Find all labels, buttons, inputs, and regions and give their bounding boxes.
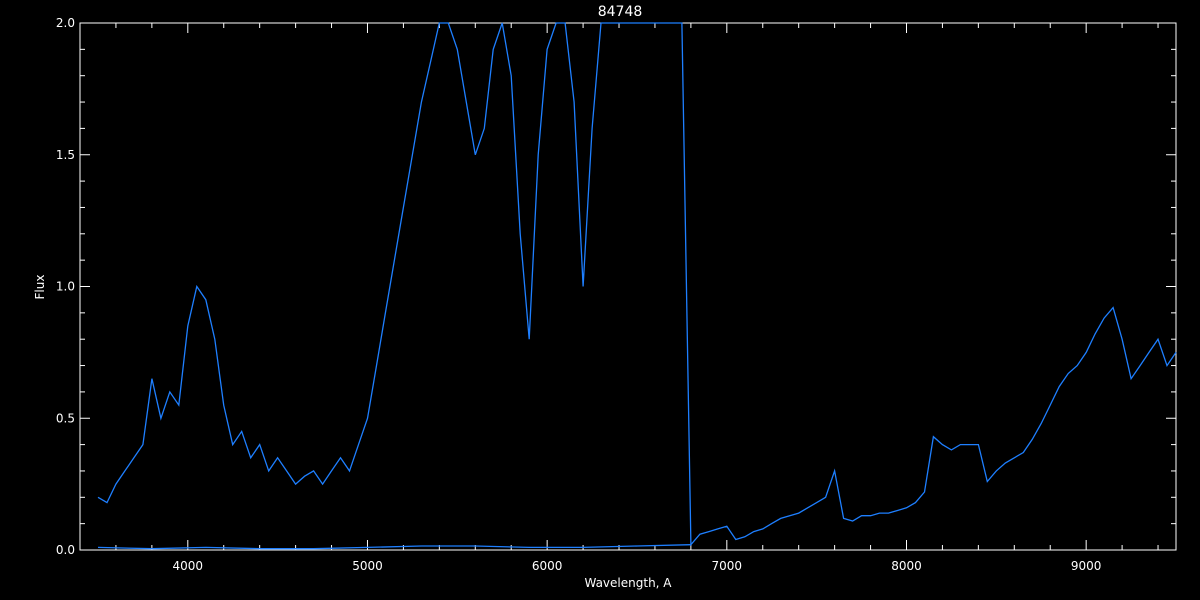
y-tick-label: 1.0 xyxy=(56,280,75,294)
x-tick-label: 9000 xyxy=(1071,559,1102,573)
y-tick-label: 1.5 xyxy=(56,148,75,162)
chart-title: 84748 xyxy=(598,4,643,20)
chart-background xyxy=(0,0,1200,600)
x-tick-label: 4000 xyxy=(173,559,204,573)
y-axis-label: Flux xyxy=(33,275,47,300)
spectrum-chart: 84748 4000 5000 6000 7000 8000 9000 0.0 0.5 1.0… xyxy=(0,0,1200,600)
x-tick-label: 8000 xyxy=(891,559,922,573)
x-tick-label: 7000 xyxy=(712,559,743,573)
x-tick-label: 6000 xyxy=(532,559,563,573)
x-tick-label: 5000 xyxy=(352,559,383,573)
x-axis-label: Wavelength, A xyxy=(584,576,672,590)
y-tick-label: 2.0 xyxy=(56,16,75,30)
y-tick-label: 0.0 xyxy=(56,543,75,557)
y-tick-label: 0.5 xyxy=(56,411,75,425)
